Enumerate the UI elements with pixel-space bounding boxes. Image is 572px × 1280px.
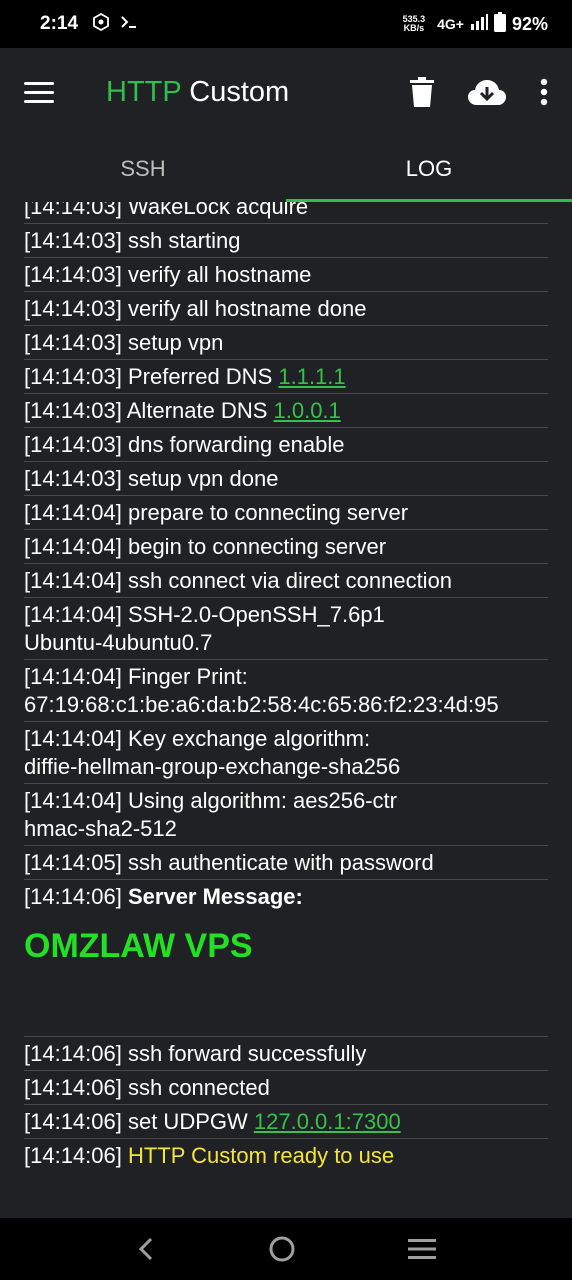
log-entry: [14:14:04] begin to connecting server	[24, 530, 548, 564]
log-entry: [14:14:04] SSH-2.0-OpenSSH_7.6p1 Ubuntu-…	[24, 598, 548, 660]
log-entry: [14:14:03] dns forwarding enable	[24, 428, 548, 462]
dns-link[interactable]: 1.0.0.1	[274, 398, 341, 423]
log-entry: [14:14:05] ssh authenticate with passwor…	[24, 846, 548, 880]
tab-bar: SSH LOG	[0, 136, 572, 202]
log-entry: [14:14:04] Key exchange algorithm: diffi…	[24, 722, 548, 784]
system-nav-bar	[0, 1218, 572, 1280]
status-bar: 2:14 535.3 KB/s 4G+ 92%	[0, 0, 572, 48]
server-message-label: Server Message:	[127, 884, 303, 909]
server-banner: OMZLAW VPS	[24, 913, 548, 1037]
log-entry: [14:14:04] Using algorithm: aes256-ctr h…	[24, 784, 548, 846]
log-entry: [14:14:06] set UDPGW 127.0.0.1:7300	[24, 1105, 548, 1139]
more-vert-icon[interactable]	[540, 78, 548, 106]
log-entry: [14:14:03] WakeLock acquire	[24, 202, 548, 224]
log-entry: [14:14:06] ssh forward successfully	[24, 1037, 548, 1071]
log-list: [14:14:03] WakeLock acquire [14:14:03] s…	[24, 202, 548, 1172]
log-entry: [14:14:04] ssh connect via direct connec…	[24, 564, 548, 598]
vpn-key-icon	[92, 12, 110, 36]
terminal-icon	[120, 13, 138, 36]
app-title: HTTP Custom	[106, 75, 290, 108]
menu-icon[interactable]	[24, 75, 58, 109]
recents-icon[interactable]	[408, 1238, 436, 1260]
log-entry: [14:14:03] Preferred DNS 1.1.1.1	[24, 360, 548, 394]
status-time: 2:14	[40, 13, 79, 34]
dns-link[interactable]: 1.1.1.1	[278, 364, 345, 389]
signal-icon	[470, 13, 488, 35]
ready-entry: [14:14:06] HTTP Custom ready to use	[24, 1143, 395, 1168]
log-entry: [14:14:03] verify all hostname	[24, 258, 548, 292]
battery-percent: 92%	[511, 13, 548, 34]
back-icon[interactable]	[136, 1237, 156, 1261]
log-entry: [14:14:03] setup vpn	[24, 326, 548, 360]
ready-text: HTTP Custom ready to use	[127, 1143, 395, 1168]
log-entry: [14:14:04] Finger Print: 67:19:68:c1:be:…	[24, 660, 548, 722]
app-screen: 2:14 535.3 KB/s 4G+ 92% HTTP Custom SSH …	[0, 0, 572, 1280]
tab-ssh[interactable]: SSH	[0, 136, 286, 202]
log-entry: [14:14:06] ssh connected	[24, 1071, 548, 1105]
app-bar: HTTP Custom	[0, 48, 572, 136]
log-entry: [14:14:03] Alternate DNS 1.0.0.1	[24, 394, 548, 428]
trash-icon[interactable]	[410, 77, 434, 107]
network-type: 4G+	[437, 16, 464, 32]
tab-log[interactable]: LOG	[286, 136, 572, 202]
home-icon[interactable]	[268, 1235, 296, 1263]
udpgw-link[interactable]: 127.0.0.1:7300	[254, 1109, 401, 1134]
log-entry: [14:14:03] verify all hostname done	[24, 292, 548, 326]
cloud-download-icon[interactable]	[468, 78, 506, 106]
server-message-entry: [14:14:06] Server Message:	[24, 884, 303, 909]
log-entry: [14:14:03] setup vpn done	[24, 462, 548, 496]
net-speed: 535.3 KB/s	[402, 14, 426, 33]
log-entry: [14:14:03] ssh starting	[24, 224, 548, 258]
log-entry: [14:14:04] prepare to connecting server	[24, 496, 548, 530]
battery-icon	[493, 11, 506, 37]
log-view[interactable]: [14:14:03] WakeLock acquire [14:14:03] s…	[0, 202, 572, 1218]
